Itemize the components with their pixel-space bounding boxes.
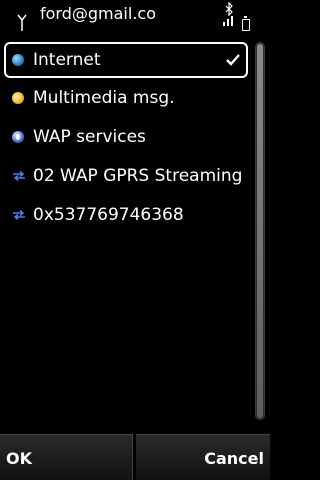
status-bar: ford@gmail.co (0, 0, 270, 36)
access-point-list: Internet Multimedia msg. WAP services 02… (4, 42, 248, 234)
list-item-label: 02 WAP GPRS Streaming (33, 165, 243, 186)
ok-softkey[interactable]: OK (0, 434, 133, 480)
list-item-label: Internet (33, 50, 101, 70)
wap-icon (12, 130, 24, 143)
list-item-label: Multimedia msg. (33, 87, 175, 108)
softkey-bar: OK Cancel (0, 434, 270, 480)
data-arrows-icon (13, 209, 25, 220)
scrollbar[interactable] (255, 42, 265, 420)
mms-icon (12, 91, 24, 104)
ok-label: OK (6, 449, 32, 468)
list-item-wap-services[interactable]: WAP services (4, 117, 248, 156)
signal-icon (223, 16, 233, 26)
scrollbar-thumb[interactable] (257, 44, 263, 418)
battery-icon (242, 16, 250, 31)
list-item-internet[interactable]: Internet (4, 42, 248, 78)
cancel-label: Cancel (204, 449, 264, 468)
globe-icon (12, 54, 24, 66)
checkmark-icon (226, 54, 240, 66)
list-item-label: 0x537769746368 (33, 204, 184, 225)
status-title: ford@gmail.co (40, 4, 156, 23)
list-item-label: WAP services (33, 126, 146, 147)
antenna-icon (17, 14, 27, 31)
list-item-switch[interactable]: 0x537769746368 (4, 195, 248, 234)
list-item-wap-gprs[interactable]: 02 WAP GPRS Streaming (4, 156, 248, 195)
list-item-multimedia[interactable]: Multimedia msg. (4, 78, 248, 117)
data-arrows-icon (13, 170, 25, 181)
bluetooth-icon (225, 2, 233, 16)
cancel-softkey[interactable]: Cancel (136, 434, 270, 480)
